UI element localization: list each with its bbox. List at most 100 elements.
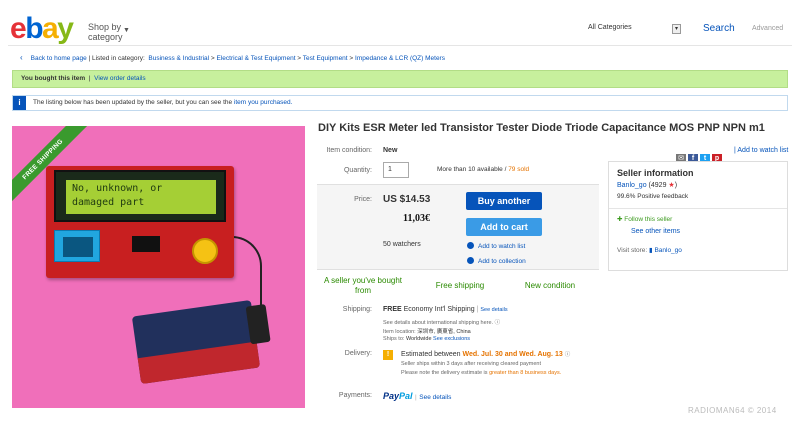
see-other-items-link[interactable]: See other items	[631, 228, 680, 235]
delivery-dates: Wed. Jul. 30 and Wed. Aug. 13	[462, 351, 563, 358]
shipping-method: Economy Int'l Shipping	[403, 306, 475, 313]
highlight-free-shipping: Free shipping	[435, 281, 485, 290]
add-watch-label: Add to watch list	[478, 243, 526, 250]
delivery-note: Please note the delivery estimate is gre…	[401, 370, 601, 376]
add-to-cart-button[interactable]: Add to cart	[466, 218, 542, 236]
see-exclusions-link[interactable]: See exclusions	[433, 336, 470, 342]
price-label: Price:	[354, 196, 372, 203]
seller-divider	[609, 208, 787, 209]
dropdown-arrow-icon: ▾	[672, 24, 681, 34]
delivery-label: Delivery:	[344, 350, 372, 357]
positive-feedback: 99.6% Positive feedback	[617, 193, 689, 200]
zif-socket	[54, 230, 100, 262]
ships-to-value: Worldwide	[405, 336, 432, 342]
battery	[131, 299, 271, 385]
info-text: The listing below has been updated by th…	[33, 99, 233, 106]
ships-to: Ships to: Worldwide See exclusions	[383, 336, 470, 342]
separator: |	[88, 75, 91, 82]
lcd-line1: No, unknown, or	[72, 183, 163, 194]
highlight-new-condition: New condition	[524, 281, 576, 290]
intl-note-text: See details about international shipping…	[383, 320, 494, 326]
item-location: Item location: 深圳市, 廣東省, China	[383, 327, 471, 335]
shop-by-line2: category	[88, 32, 123, 42]
paypal-pay: Pay	[383, 391, 400, 401]
seller-name-line: Banlo_go (4929 ★)	[617, 182, 678, 189]
back-arrow-icon[interactable]: ‹	[20, 53, 23, 62]
highlight-seller-bought-from: A seller you've bought from	[323, 276, 403, 295]
bought-text: You bought this item	[21, 75, 86, 82]
delivery-note-pre: Please note the delivery estimate is	[401, 370, 488, 376]
availability: More than 10 available / 79 sold	[437, 166, 530, 173]
shipping-label: Shipping:	[342, 306, 372, 313]
buy-another-button[interactable]: Buy another	[466, 192, 542, 210]
watch-list-top-label: Add to watch list	[737, 147, 789, 154]
add-collection-label: Add to collection	[478, 258, 526, 265]
intl-shipping-note: See details about international shipping…	[383, 318, 500, 326]
location-label: Item location:	[383, 329, 416, 335]
sold-count[interactable]: 79 sold	[508, 166, 529, 173]
eye-icon	[467, 242, 474, 249]
quantity-input[interactable]: 1	[383, 162, 409, 178]
listed-in-label: | Listed in category:	[88, 55, 145, 62]
delivery-estimate: Estimated between Wed. Jul. 30 and Wed. …	[401, 350, 570, 358]
advanced-search-link[interactable]: Advanced	[752, 25, 783, 32]
payments-see-details-link[interactable]: See details	[419, 394, 451, 401]
paypal-logo: PayPal | See details	[383, 391, 452, 401]
delivery-note-highlight: greater than 8 business days.	[489, 370, 562, 376]
view-order-details-link[interactable]: View order details	[94, 75, 146, 82]
zif-slot	[63, 237, 93, 257]
delivery-icon: !	[383, 350, 393, 360]
add-to-watch-list-top-link[interactable]: | Add to watch list	[734, 147, 788, 154]
logo-letter-a: a	[42, 12, 59, 45]
search-button[interactable]: Search	[703, 23, 735, 34]
watchers-count: 50 watchers	[383, 241, 421, 248]
test-button	[192, 238, 218, 264]
shop-by-category-button[interactable]: Shop by category	[88, 22, 123, 42]
seller-ships-note: Seller ships within 3 days after receivi…	[401, 361, 542, 367]
seller-info-box: Seller information Banlo_go (4929 ★) 99.…	[608, 161, 788, 271]
logo-letter-e: e	[10, 12, 27, 45]
visit-store-label: Visit store:	[617, 247, 648, 254]
visit-store: Visit store: ▮ Banlo_go	[617, 246, 682, 254]
breadcrumb-item[interactable]: Electrical & Test Equipment	[217, 55, 296, 62]
ebay-logo[interactable]: ebay	[10, 12, 74, 45]
follow-label: Follow this seller	[624, 216, 673, 223]
info-bar: i The listing below has been updated by …	[12, 95, 788, 111]
add-to-watch-list-link[interactable]: Add to watch list	[467, 242, 525, 250]
price-eur: 11,03€	[403, 213, 430, 224]
item-title: DIY Kits ESR Meter led Transistor Tester…	[318, 122, 765, 134]
back-to-home-link[interactable]: Back to home page	[31, 55, 87, 62]
store-name-link[interactable]: Banlo_go	[654, 247, 681, 254]
condition-label: Item condition:	[326, 147, 372, 154]
lcd-screen: No, unknown, or damaged part	[66, 180, 216, 214]
item-purchased-link[interactable]: item you purchased.	[234, 99, 293, 106]
breadcrumb-item[interactable]: Test Equipment	[303, 55, 348, 62]
breadcrumb-item[interactable]: Impedance & LCR (QZ) Meters	[355, 55, 445, 62]
category-select-value: All Categories	[588, 24, 632, 31]
add-to-collection-link[interactable]: Add to collection	[467, 257, 526, 265]
seller-name-link[interactable]: Banlo_go	[617, 182, 647, 189]
logo-letter-b: b	[25, 12, 43, 45]
help-icon[interactable]: ⓘ	[565, 352, 571, 358]
logo-letter-y: y	[57, 12, 74, 45]
condition-value: New	[383, 147, 398, 154]
product-image[interactable]: FREE SHIPPING No, unknown, or damaged pa…	[12, 126, 305, 408]
chip	[132, 236, 160, 252]
lcd-line2: damaged part	[72, 197, 145, 208]
shipping-see-details-link[interactable]: See details	[480, 307, 507, 313]
star-icon: ★	[668, 182, 675, 189]
follow-seller-link[interactable]: ✚ Follow this seller	[617, 215, 672, 223]
quantity-label: Quantity:	[343, 167, 372, 174]
seller-heading: Seller information	[617, 168, 694, 178]
store-icon: ▮	[649, 247, 653, 254]
category-select[interactable]: All Categories ▾	[588, 24, 681, 37]
breadcrumb-item[interactable]: Business & Industrial	[148, 55, 209, 62]
info-icon: i	[13, 96, 26, 110]
shipping-free: FREE	[383, 306, 402, 313]
help-icon[interactable]: ⓘ	[495, 320, 501, 326]
feedback-score[interactable]: 4929	[651, 182, 667, 189]
battery-band	[137, 341, 261, 385]
payments-label: Payments:	[338, 392, 372, 399]
shipping-line: FREE Economy Int'l Shipping | See detail…	[383, 306, 508, 313]
bought-item-bar: You bought this item | View order detail…	[12, 70, 788, 88]
